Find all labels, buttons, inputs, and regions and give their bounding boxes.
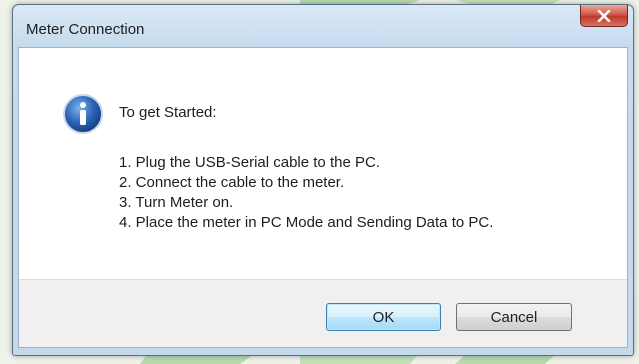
dialog-body: To get Started: 1. Plug the USB-Serial c… bbox=[18, 47, 628, 348]
instruction-steps: 1. Plug the USB-Serial cable to the PC. … bbox=[119, 153, 493, 233]
info-icon bbox=[63, 94, 103, 134]
cancel-button[interactable]: Cancel bbox=[456, 303, 572, 331]
close-button[interactable] bbox=[580, 5, 628, 27]
button-bar: OK Cancel bbox=[19, 279, 627, 347]
ok-button[interactable]: OK bbox=[326, 303, 441, 331]
instruction-step: 3. Turn Meter on. bbox=[119, 194, 234, 211]
meter-connection-dialog: Meter Connection To get Started: 1. Plug… bbox=[12, 4, 634, 356]
instruction-step: 4. Place the meter in PC Mode and Sendin… bbox=[119, 214, 494, 231]
instructions-heading: To get Started: bbox=[119, 104, 217, 121]
instruction-step: 2. Connect the cable to the meter. bbox=[119, 174, 345, 191]
close-icon bbox=[597, 9, 611, 22]
instruction-step: 1. Plug the USB-Serial cable to the PC. bbox=[119, 154, 380, 171]
dialog-title: Meter Connection bbox=[26, 21, 145, 38]
